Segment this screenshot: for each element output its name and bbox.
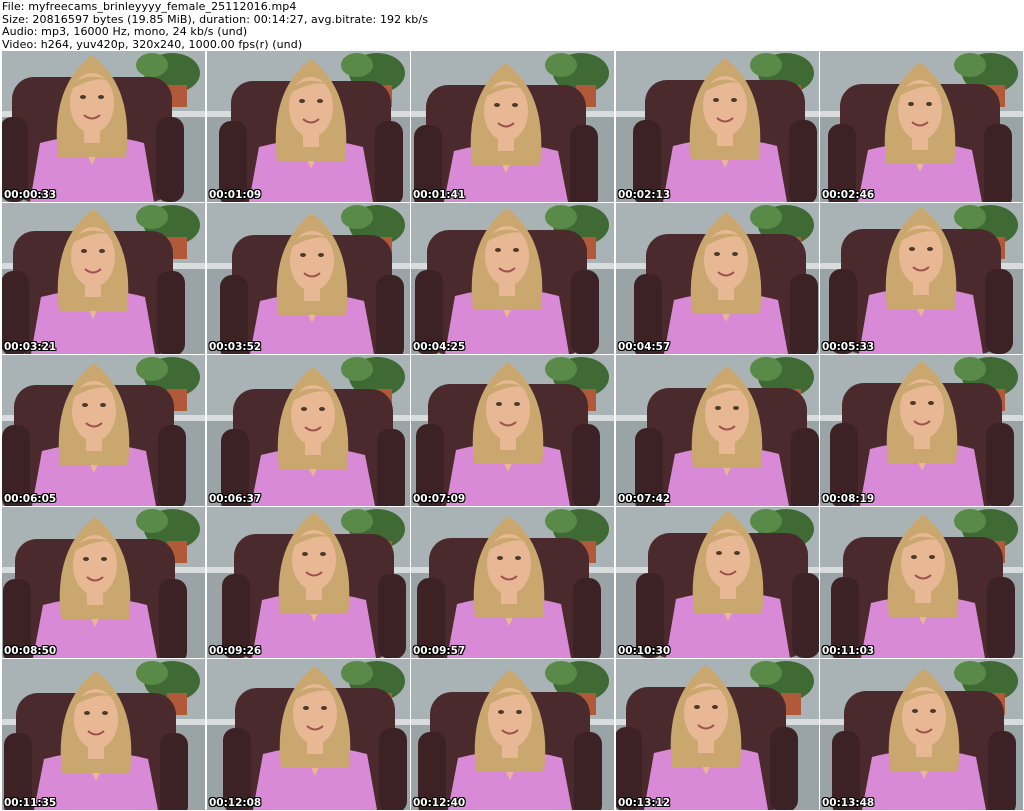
timestamp-label: 00:12:08: [209, 797, 262, 809]
video-thumbnail: 00:13:48: [820, 659, 1023, 810]
video-thumbnail: 00:05:33: [820, 203, 1023, 354]
video-thumbnail: 00:11:35: [2, 659, 205, 810]
video-thumbnail: 00:07:09: [411, 355, 614, 506]
file-name-line: File: myfreecams_brinleyyyy_female_25112…: [2, 0, 297, 13]
webcam-frame-image: [2, 51, 205, 202]
timestamp-label: 00:04:57: [618, 341, 671, 353]
webcam-frame-image: [820, 507, 1023, 658]
timestamp-label: 00:05:33: [822, 341, 875, 353]
timestamp-label: 00:02:13: [618, 189, 671, 201]
timestamp-label: 00:01:41: [413, 189, 466, 201]
video-thumbnail: 00:01:09: [207, 51, 410, 202]
thumbnail-grid: 00:00:33 00:01:09 00:01:41 00:02:13 00:02:46…: [0, 51, 1024, 811]
timestamp-label: 00:06:05: [4, 493, 57, 505]
webcam-frame-image: [411, 659, 614, 810]
webcam-frame-image: [616, 507, 819, 658]
webcam-frame-image: [411, 355, 614, 506]
timestamp-label: 00:07:42: [618, 493, 671, 505]
webcam-frame-image: [207, 203, 410, 354]
video-thumbnail: 00:03:21: [2, 203, 205, 354]
video-thumbnail: 00:13:12: [616, 659, 819, 810]
timestamp-label: 00:09:26: [209, 645, 262, 657]
video-thumbnail: 00:06:37: [207, 355, 410, 506]
timestamp-label: 00:10:30: [618, 645, 671, 657]
webcam-frame-image: [2, 355, 205, 506]
timestamp-label: 00:03:52: [209, 341, 262, 353]
webcam-frame-image: [411, 51, 614, 202]
video-thumbnail: 00:02:13: [616, 51, 819, 202]
webcam-frame-image: [616, 51, 819, 202]
video-thumbnail: 00:06:05: [2, 355, 205, 506]
timestamp-label: 00:12:40: [413, 797, 466, 809]
timestamp-label: 00:07:09: [413, 493, 466, 505]
video-info-line: Video: h264, yuv420p, 320x240, 1000.00 f…: [2, 37, 303, 51]
webcam-frame-image: [411, 203, 614, 354]
webcam-frame-image: [207, 51, 410, 202]
timestamp-label: 00:06:37: [209, 493, 262, 505]
video-thumbnail: 00:00:33: [2, 51, 205, 202]
webcam-frame-image: [2, 507, 205, 658]
webcam-frame-image: [820, 659, 1023, 810]
timestamp-label: 00:01:09: [209, 189, 262, 201]
webcam-frame-image: [207, 507, 410, 658]
video-thumbnail: 00:03:52: [207, 203, 410, 354]
timestamp-label: 00:08:50: [4, 645, 57, 657]
timestamp-label: 00:11:35: [4, 797, 57, 809]
webcam-frame-image: [2, 659, 205, 810]
timestamp-label: 00:02:46: [822, 189, 875, 201]
video-thumbnail: 00:09:57: [411, 507, 614, 658]
video-thumbnail: 00:12:08: [207, 659, 410, 810]
video-thumbnail: 00:10:30: [616, 507, 819, 658]
audio-info-line: Audio: mp3, 16000 Hz, mono, 24 kb/s (und…: [2, 25, 248, 38]
video-thumbnail: 00:08:50: [2, 507, 205, 658]
video-thumbnail: 00:09:26: [207, 507, 410, 658]
timestamp-label: 00:00:33: [4, 189, 57, 201]
timestamp-label: 00:09:57: [413, 645, 466, 657]
webcam-frame-image: [820, 203, 1023, 354]
timestamp-label: 00:11:03: [822, 645, 875, 657]
timestamp-label: 00:08:19: [822, 493, 875, 505]
video-thumbnail: 00:07:42: [616, 355, 819, 506]
video-thumbnail: 00:11:03: [820, 507, 1023, 658]
webcam-frame-image: [616, 659, 819, 810]
timestamp-label: 00:03:21: [4, 341, 57, 353]
video-thumbnail: 00:08:19: [820, 355, 1023, 506]
video-thumbnail: 00:04:57: [616, 203, 819, 354]
webcam-frame-image: [820, 51, 1023, 202]
webcam-frame-image: [2, 203, 205, 354]
video-thumbnail: 00:02:46: [820, 51, 1023, 202]
file-info-header: File: myfreecams_brinleyyyy_female_25112…: [2, 0, 1022, 51]
timestamp-label: 00:04:25: [413, 341, 466, 353]
timestamp-label: 00:13:12: [618, 797, 671, 809]
video-thumbnail: 00:04:25: [411, 203, 614, 354]
video-thumbnail: 00:01:41: [411, 51, 614, 202]
video-thumbnail: 00:12:40: [411, 659, 614, 810]
webcam-frame-image: [616, 203, 819, 354]
webcam-frame-image: [616, 355, 819, 506]
webcam-frame-image: [411, 507, 614, 658]
webcam-frame-image: [820, 355, 1023, 506]
webcam-frame-image: [207, 355, 410, 506]
webcam-frame-image: [207, 659, 410, 810]
timestamp-label: 00:13:48: [822, 797, 875, 809]
